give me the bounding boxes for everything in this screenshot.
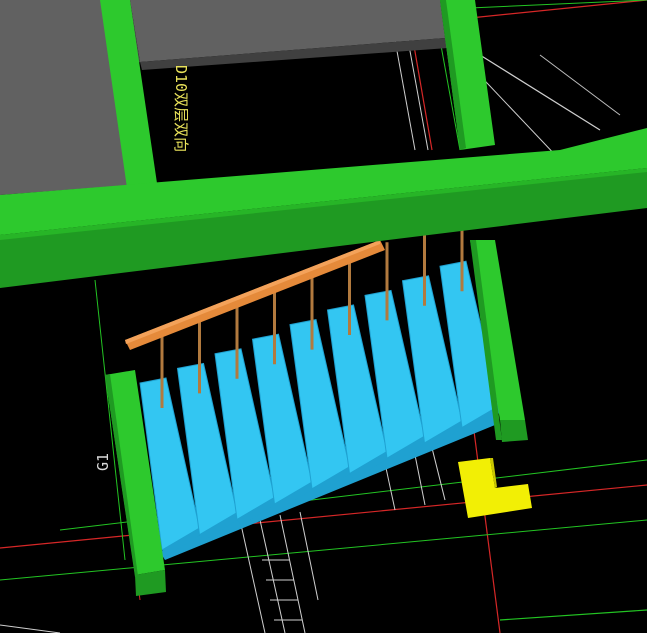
rebar-note: D10双层双向 bbox=[172, 65, 190, 152]
axis-annotation[interactable]: G1 bbox=[94, 453, 112, 471]
rebar-annotation[interactable]: D10双层双向 bbox=[172, 65, 190, 152]
cad-3d-viewport[interactable]: D10双层双向 G1 bbox=[0, 0, 647, 633]
axis-mark: G1 bbox=[94, 453, 112, 471]
